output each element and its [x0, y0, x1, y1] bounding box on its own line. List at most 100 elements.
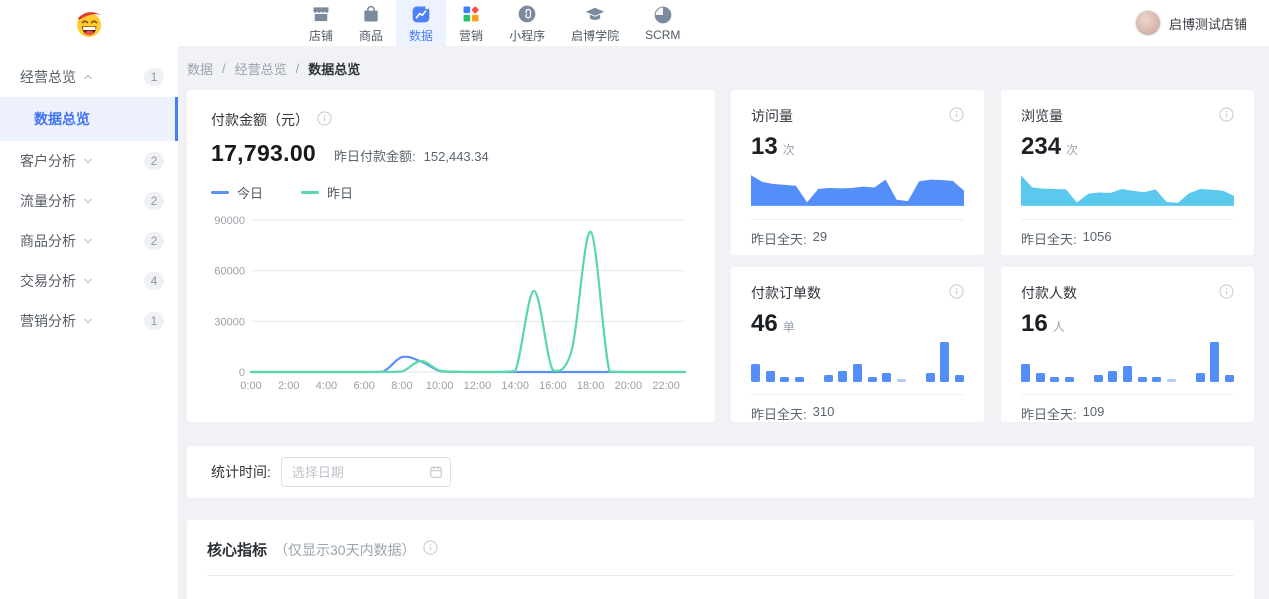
stat-value: 234 [1021, 133, 1061, 161]
overview-cards-row: 付款金额（元） 17,793.00 昨日付款金额: 152,443.34 今日 … [187, 90, 1254, 422]
sidebar-item-label: 客户分析 [20, 151, 76, 171]
nav-tab-miniprogram[interactable]: 小程序 [496, 0, 558, 46]
stat-footer-value: 109 [1083, 404, 1105, 423]
sidebar-item-label: 营销分析 [20, 311, 76, 331]
svg-text:2:00: 2:00 [278, 380, 299, 392]
mini-bar [882, 373, 891, 382]
chevron-down-icon [83, 276, 93, 286]
nav-tab-goods[interactable]: 商品 [346, 0, 396, 46]
sidebar-item-business-overview[interactable]: 经营总览 1 [0, 57, 178, 97]
mini-bar [751, 364, 760, 382]
yesterday-amount-value: 152,443.34 [424, 149, 489, 164]
paying-customers-card: 付款人数 16 人 昨日全天: 109 [1001, 267, 1254, 422]
info-icon[interactable] [949, 107, 964, 125]
stat-value: 16 [1021, 310, 1048, 338]
mini-bar [1167, 379, 1176, 382]
payment-trend-chart: 03000060000900000:002:004:006:008:0010:0… [211, 204, 691, 405]
sidebar-item-label: 商品分析 [20, 231, 76, 251]
svg-text:60000: 60000 [214, 266, 245, 278]
count-badge: 1 [144, 312, 164, 330]
payment-card-title: 付款金额（元） [211, 110, 309, 130]
visits-sparkline [751, 173, 964, 207]
stat-footer-label: 昨日全天: [1021, 404, 1077, 423]
mini-bar [1094, 375, 1103, 382]
svg-text:14:00: 14:00 [501, 380, 529, 392]
svg-text:8:00: 8:00 [391, 380, 412, 392]
visits-card: 访问量 13 次 昨日全天: 29 [731, 90, 984, 255]
mini-bar [1021, 364, 1030, 382]
nav-tab-shop[interactable]: 店铺 [296, 0, 346, 46]
sidebar-item-traffic-analysis[interactable]: 流量分析 2 [0, 181, 178, 221]
info-icon[interactable] [423, 540, 438, 560]
user-menu[interactable]: 启博测试店铺 [1135, 10, 1247, 36]
sidebar-item-label: 经营总览 [20, 67, 76, 87]
nav-tab-data[interactable]: 数据 [396, 0, 446, 46]
mini-bar [1108, 371, 1117, 382]
mini-bar [766, 371, 775, 382]
chevron-down-icon [83, 236, 93, 246]
stat-footer-value: 29 [813, 229, 827, 248]
count-badge: 2 [144, 232, 164, 250]
mini-bar [780, 377, 789, 382]
mini-bar [1123, 366, 1132, 382]
stat-footer-label: 昨日全天: [751, 229, 807, 248]
nav-tab-label: 商品 [359, 27, 383, 44]
sidebar: 经营总览 1 数据总览 客户分析 2 流量分析 2 商品分析 2 交易分析 4 [0, 46, 178, 599]
date-picker-input[interactable] [281, 457, 451, 487]
sidebar-item-product-analysis[interactable]: 商品分析 2 [0, 221, 178, 261]
academy-icon [584, 3, 606, 25]
breadcrumb-separator: / [222, 61, 226, 76]
stat-footer-value: 1056 [1083, 229, 1112, 248]
nav-tab-label: 启博学院 [571, 27, 619, 44]
sidebar-item-marketing-analysis[interactable]: 营销分析 1 [0, 301, 178, 341]
sidebar-item-trade-analysis[interactable]: 交易分析 4 [0, 261, 178, 301]
svg-text:12:00: 12:00 [464, 380, 492, 392]
stat-unit: 次 [783, 141, 795, 158]
nav-tab-label: SCRM [645, 28, 680, 42]
stat-card-title: 访问量 [751, 106, 793, 126]
svg-text:10:00: 10:00 [426, 380, 454, 392]
stat-time-filter-card: 统计时间: [187, 446, 1254, 498]
info-icon[interactable] [1219, 284, 1234, 302]
mini-bar [824, 375, 833, 382]
main-content: 数据 / 经营总览 / 数据总览 付款金额（元） 17,793.00 昨日付款金… [178, 46, 1269, 599]
legend-label: 今日 [237, 183, 263, 202]
breadcrumb-item[interactable]: 经营总览 [235, 59, 287, 78]
svg-text:20:00: 20:00 [615, 380, 643, 392]
nav-tab-scrm[interactable]: SCRM [632, 0, 693, 46]
stat-footer-label: 昨日全天: [1021, 229, 1077, 248]
sidebar-item-customer-analysis[interactable]: 客户分析 2 [0, 141, 178, 181]
chevron-down-icon [83, 156, 93, 166]
top-navbar: 店铺 商品 数据 营销 小程序 [0, 0, 1269, 46]
app-logo[interactable] [0, 7, 178, 39]
stat-footer-value: 310 [813, 404, 835, 423]
nav-tab-academy[interactable]: 启博学院 [558, 0, 632, 46]
stat-time-label: 统计时间: [211, 462, 271, 482]
info-icon[interactable] [949, 284, 964, 302]
nav-tab-label: 数据 [409, 27, 433, 44]
nav-tab-marketing[interactable]: 营销 [446, 0, 496, 46]
data-icon [411, 3, 431, 25]
breadcrumb-item[interactable]: 数据 [187, 59, 213, 78]
legend-item-today[interactable]: 今日 [211, 183, 263, 202]
core-indicators-subtitle: （仅显示30天内数据） [274, 540, 416, 560]
mini-bar [868, 377, 877, 382]
svg-text:16:00: 16:00 [539, 380, 567, 392]
payment-amount-value: 17,793.00 [211, 140, 316, 167]
pageviews-card: 浏览量 234 次 昨日全天: 1056 [1001, 90, 1254, 255]
mini-bar [838, 371, 847, 382]
mini-bar [926, 373, 935, 382]
stat-cards-grid: 访问量 13 次 昨日全天: 29 浏览量 [731, 90, 1254, 422]
info-icon[interactable] [1219, 107, 1234, 125]
sidebar-item-data-overview[interactable]: 数据总览 [0, 97, 178, 141]
svg-text:6:00: 6:00 [354, 380, 375, 392]
breadcrumb-current: 数据总览 [308, 59, 360, 78]
core-indicators-card: 核心指标 （仅显示30天内数据） [187, 520, 1254, 599]
info-icon[interactable] [317, 111, 332, 129]
legend-item-yesterday[interactable]: 昨日 [301, 183, 353, 202]
stat-unit: 人 [1053, 318, 1065, 335]
chevron-up-icon [83, 72, 93, 82]
legend-dash-yesterday [301, 191, 319, 194]
stat-card-title: 付款订单数 [751, 283, 821, 303]
mini-bar [1065, 377, 1074, 382]
